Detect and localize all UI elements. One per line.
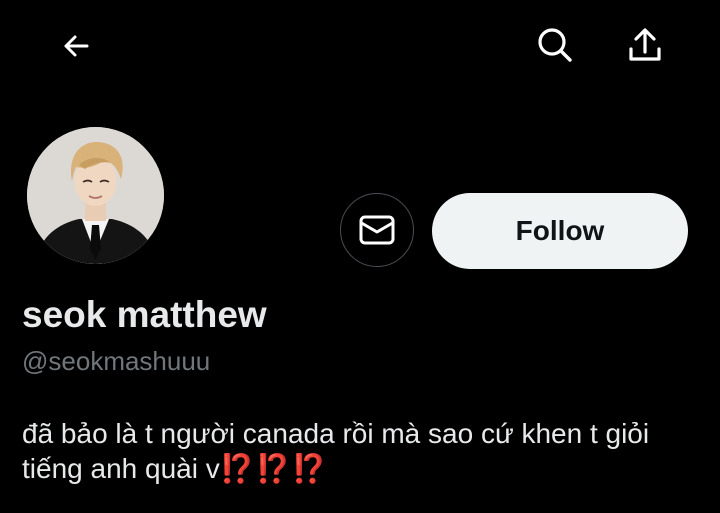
follow-button[interactable]: Follow bbox=[432, 193, 688, 269]
back-button[interactable] bbox=[52, 22, 100, 70]
top-bar bbox=[0, 0, 720, 90]
mail-icon bbox=[359, 215, 395, 245]
share-icon bbox=[629, 28, 661, 61]
bio-text: đã bảo là t người canada rồi mà sao cứ k… bbox=[22, 418, 650, 484]
profile-photo bbox=[27, 127, 164, 264]
message-button[interactable] bbox=[340, 193, 414, 267]
back-arrow-icon bbox=[64, 35, 89, 57]
search-button[interactable] bbox=[530, 20, 580, 70]
share-button[interactable] bbox=[620, 20, 670, 70]
profile-bio: đã bảo là t người canada rồi mà sao cứ k… bbox=[22, 416, 702, 486]
display-name: seok matthew bbox=[22, 294, 267, 335]
user-handle: @seokmashuuu bbox=[22, 346, 211, 376]
search-icon bbox=[538, 28, 572, 62]
avatar[interactable] bbox=[27, 127, 164, 264]
exclamation-question-emoji: ⁉️⁉️⁉️ bbox=[219, 453, 328, 484]
